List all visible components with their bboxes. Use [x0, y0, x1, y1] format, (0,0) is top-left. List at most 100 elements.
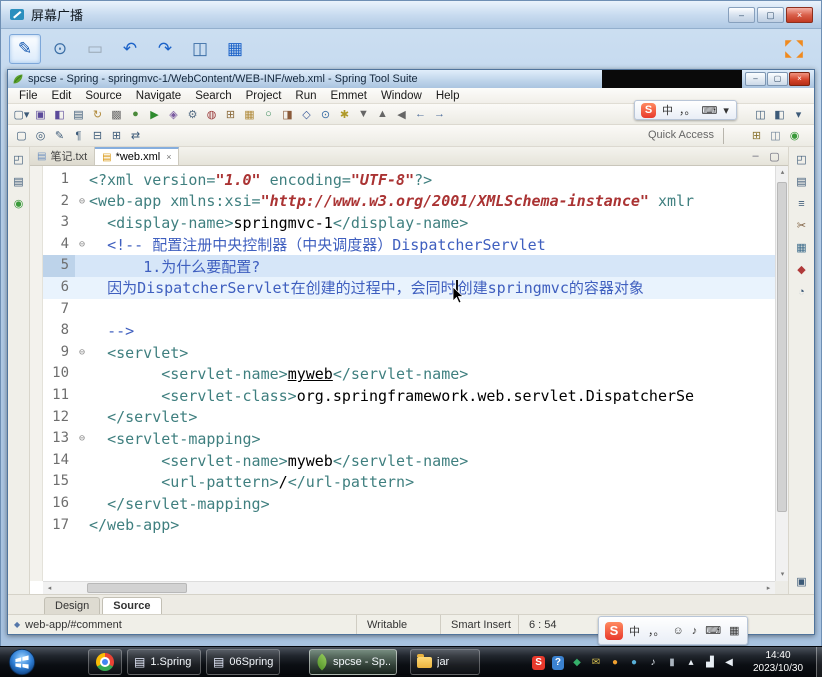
show-desktop-button[interactable] [816, 647, 822, 677]
ime-emoji-icon[interactable]: ☺ [673, 622, 684, 639]
restore-view-icon[interactable]: ◰ [10, 151, 27, 168]
search-icon[interactable]: ⊙ [317, 106, 334, 123]
editor-list-icon[interactable]: ◫ [752, 106, 769, 123]
detach-icon[interactable]: ◧ [771, 106, 788, 123]
scroll-left-icon[interactable]: ◂ [43, 582, 56, 594]
code-line[interactable]: 16 </servlet-mapping> [43, 493, 775, 515]
back-icon[interactable]: ← [412, 106, 429, 123]
expand-all-icon[interactable]: ⊞ [108, 127, 125, 144]
hidden-icons-tray-icon[interactable]: ▴ [685, 656, 697, 670]
editor-body[interactable]: 1 <?xml version="1.0" encoding="UTF-8"?> 2… [30, 166, 788, 594]
horizontal-scrollbar[interactable]: ◂ ▸ [43, 581, 775, 594]
menu-project[interactable]: Project [239, 90, 289, 102]
taskbar-item-spring[interactable]: spcse - Sp... [309, 649, 397, 675]
broadcast-close-button[interactable]: × [786, 6, 813, 23]
share-screen-icon[interactable]: ▦ [219, 34, 251, 64]
maximize-editor-icon[interactable]: ▢ [766, 148, 783, 165]
code-line[interactable]: 2 ⊖ <web-app xmlns:xsi="http://www.w3.org/… [43, 191, 775, 213]
javadoc-icon[interactable]: ◇ [298, 106, 315, 123]
package-explorer-icon[interactable]: ▤ [10, 173, 27, 190]
code-line[interactable]: 11 <servlet-class>org.springframework.we… [43, 385, 775, 407]
coverage-icon[interactable]: ◍ [203, 106, 220, 123]
menu-file[interactable]: File [12, 90, 45, 102]
link-with-editor-icon[interactable]: ⇄ [127, 127, 144, 144]
build-all-icon[interactable]: ▩ [108, 106, 125, 123]
taskbar-item-doc[interactable]: ▤ 06Spring... [206, 649, 280, 675]
spring-perspective-icon[interactable]: ◉ [786, 127, 803, 144]
save-icon[interactable]: ▣ [32, 106, 49, 123]
code-line[interactable]: 13 ⊖ <servlet-mapping> [43, 428, 775, 450]
fold-minus-icon[interactable]: ⊖ [75, 239, 89, 250]
expand-arrows-icon[interactable] [783, 38, 805, 60]
code-line[interactable]: 12 </servlet> [43, 407, 775, 429]
open-task-icon[interactable]: ◎ [32, 127, 49, 144]
code-line[interactable]: 10 <servlet-name>myweb</servlet-name> [43, 363, 775, 385]
new-file-icon[interactable]: ▢ [13, 127, 30, 144]
fold-minus-icon[interactable]: ⊖ [75, 196, 89, 207]
undo-icon[interactable]: ↶ [114, 34, 146, 64]
toolbar-more-icon[interactable]: ▾ [790, 106, 807, 123]
vertical-scroll-thumb[interactable] [777, 182, 787, 512]
tab-design[interactable]: Design [44, 597, 101, 614]
ime-punct-icon[interactable]: ，。 [679, 102, 696, 119]
music-tray-icon[interactable]: ♪ [647, 656, 659, 670]
quick-access[interactable]: Quick Access [648, 129, 714, 141]
horizontal-scroll-thumb[interactable] [87, 583, 187, 593]
tab-source[interactable]: Source [102, 597, 162, 614]
broadcast-minimize-button[interactable]: – [728, 6, 755, 23]
menu-navigate[interactable]: Navigate [129, 90, 188, 102]
new-wizard-icon[interactable]: ▢▾ [13, 106, 30, 123]
editor-tab[interactable]: ▤ *web.xml × [95, 147, 180, 165]
ime-punct-icon[interactable]: ，。 [648, 622, 665, 639]
error-log-icon[interactable]: ◆ [793, 261, 810, 278]
pen-tool-icon[interactable]: ✎ [9, 33, 41, 64]
editor-tab[interactable]: ▤ 笔记.txt [30, 147, 96, 165]
menu-edit[interactable]: Edit [45, 90, 79, 102]
new-package-icon[interactable]: ▦ [241, 106, 258, 123]
screenshot-tool-icon[interactable]: ▭ [79, 34, 111, 64]
helper-tray-icon[interactable]: ? [551, 655, 564, 670]
new-class-icon[interactable]: ○ [260, 106, 277, 123]
chat-tray-icon[interactable]: ● [609, 656, 621, 670]
taskbar-item-doc[interactable]: ▤ 1.Spring ... [127, 649, 201, 675]
menu-run[interactable]: Run [288, 90, 323, 102]
ime-more-icon[interactable]: ▾ [723, 102, 729, 119]
taskbar-item-folder[interactable]: jar [410, 649, 480, 675]
spring-explorer-icon[interactable]: ◉ [10, 195, 27, 212]
snippets-icon[interactable]: ✂ [793, 217, 810, 234]
next-annotation-icon[interactable]: ▼ [355, 106, 372, 123]
zoom-tool-icon[interactable]: ⊙ [44, 34, 76, 64]
cloud-tray-icon[interactable]: ● [628, 656, 640, 670]
show-whitespace-icon[interactable]: ¶ [70, 127, 87, 144]
collapse-all-icon[interactable]: ⊟ [89, 127, 106, 144]
menu-window[interactable]: Window [374, 90, 429, 102]
code-line[interactable]: 15 <url-pattern>/</url-pattern> [43, 471, 775, 493]
eclipse-minimize-button[interactable]: – [745, 72, 766, 86]
scroll-down-icon[interactable]: ▾ [776, 568, 788, 581]
servers-icon[interactable]: ▦ [793, 239, 810, 256]
prev-annotation-icon[interactable]: ▲ [374, 106, 391, 123]
code-line[interactable]: 8 --> [43, 320, 775, 342]
pin-editor-icon[interactable]: ✎ [51, 127, 68, 144]
ime-keyboard-icon[interactable]: ⌨ [705, 622, 721, 639]
vertical-scrollbar[interactable]: ▴ ▾ [775, 166, 788, 581]
taskbar-clock[interactable]: 14:40 2023/10/30 [746, 649, 810, 675]
code-line[interactable]: 6 因为DispatcherServlet在创建的过程中，会同时 创建spring… [43, 276, 775, 299]
code-line[interactable]: 1 <?xml version="1.0" encoding="UTF-8"?> [43, 169, 775, 191]
sogou-logo-icon[interactable]: S [605, 621, 623, 640]
jar-export-icon[interactable]: ◨ [279, 106, 296, 123]
start-button[interactable] [8, 648, 36, 676]
restore-view-icon[interactable]: ◰ [793, 151, 810, 168]
volume-tray-icon[interactable]: ◀ [723, 656, 735, 670]
network-tray-icon[interactable]: ▟ [704, 656, 716, 670]
monitor-tool-icon[interactable]: ◫ [184, 34, 216, 64]
ime-mode-icon[interactable]: 中 [662, 102, 673, 119]
outline-icon[interactable]: ≡ [793, 195, 810, 212]
sogou-tray-icon[interactable]: S [532, 655, 545, 670]
sogou-logo-icon[interactable]: S [641, 102, 656, 118]
scroll-up-icon[interactable]: ▴ [776, 166, 788, 179]
menu-emmet[interactable]: Emmet [324, 90, 374, 102]
last-edit-location-icon[interactable]: ◀ [393, 106, 410, 123]
menu-source[interactable]: Source [78, 90, 128, 102]
message-tray-icon[interactable]: ✉ [590, 656, 602, 670]
